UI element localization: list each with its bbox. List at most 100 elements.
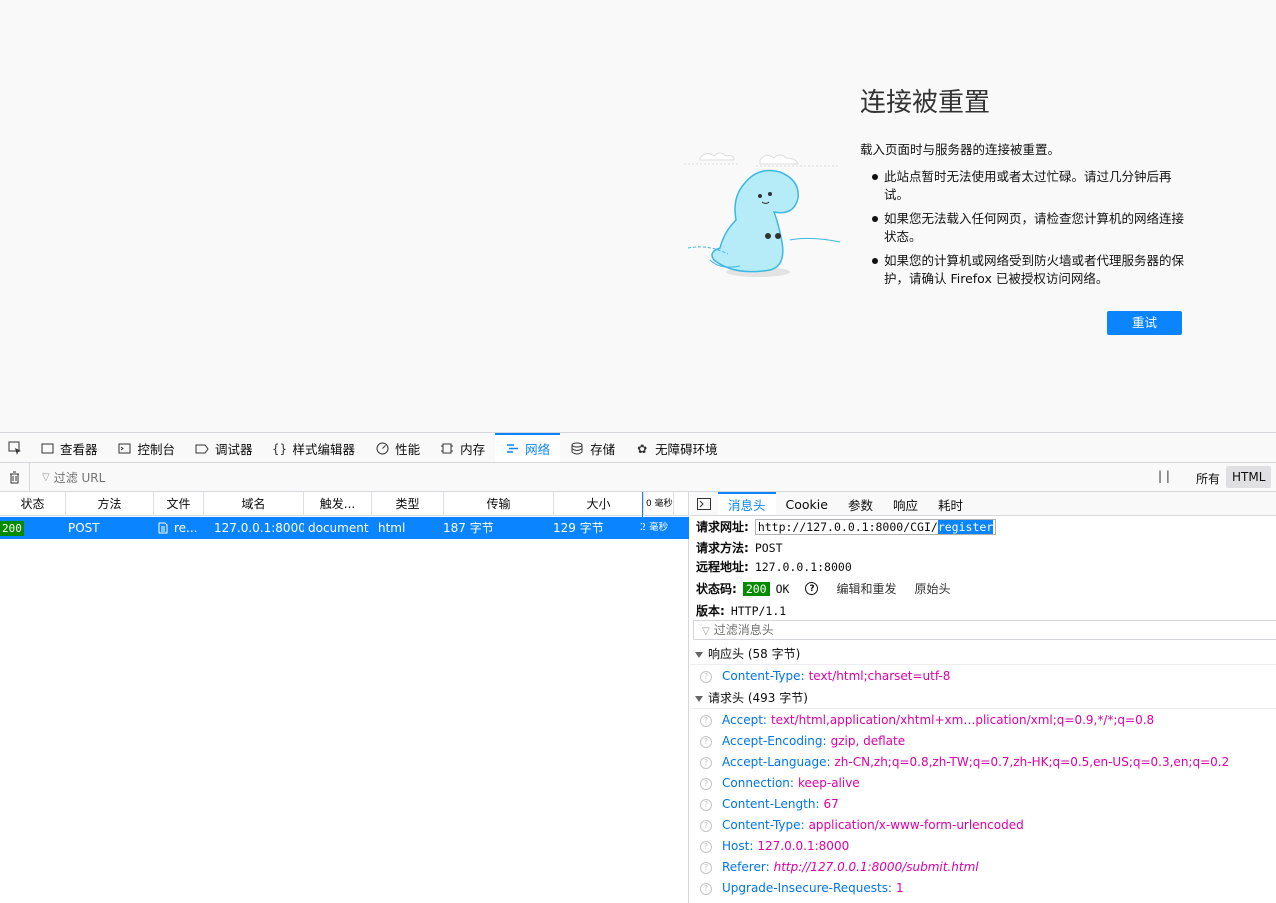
- console-icon: [118, 442, 132, 456]
- header-row[interactable]: ? Content-Type: application/x-www-form-url…: [700, 815, 1024, 836]
- status-badge: 200: [742, 581, 770, 596]
- column-waterfall[interactable]: 0 毫秒: [644, 492, 674, 516]
- request-domain-text: 127.0.0.1:8000: [214, 521, 304, 535]
- header-key: Content-Length:: [722, 797, 820, 811]
- header-value: 67: [823, 797, 839, 811]
- header-key: Connection:: [722, 776, 794, 790]
- network-icon: [505, 442, 519, 456]
- tab-storage[interactable]: 存储: [560, 433, 625, 462]
- request-url-field[interactable]: http://127.0.0.1:8000/CGI/register: [754, 518, 997, 535]
- tab-cookie[interactable]: Cookie: [776, 492, 838, 515]
- tab-response[interactable]: 响应: [883, 492, 928, 515]
- header-row[interactable]: ? Upgrade-Insecure-Requests: 1: [700, 878, 904, 899]
- tab-accessibility[interactable]: ✿ 无障碍环境: [625, 433, 728, 462]
- header-value[interactable]: http://127.0.0.1:8000/submit.html: [774, 860, 979, 874]
- column-status[interactable]: 状态: [0, 492, 66, 516]
- tab-inspector[interactable]: 查看器: [30, 433, 108, 462]
- edit-resend-button[interactable]: 编辑和重发: [836, 580, 896, 597]
- header-value: zh-CN,zh;q=0.8,zh-TW;q=0.7,zh-HK;q=0.5,e…: [834, 755, 1230, 769]
- header-row[interactable]: ? Content-Type: text/html;charset=utf-8: [700, 666, 950, 687]
- error-suggestions-list: 此站点暂时无法使用或者太过忙碌。请过几分钟后再试。 如果您无法载入任何网页，请检…: [870, 168, 1190, 294]
- column-cause[interactable]: 触发...: [304, 492, 372, 516]
- version-value: HTTP/1.1: [730, 603, 787, 618]
- request-list-header: 状态 方法 文件 域名 触发... 类型 传输 大小 0 毫秒: [0, 492, 688, 516]
- remote-address-row: 远程地址: 127.0.0.1:8000: [696, 558, 852, 575]
- tab-network[interactable]: 网络: [495, 433, 561, 462]
- help-icon: ?: [700, 777, 712, 790]
- request-method-row: 请求方法: POST: [696, 539, 783, 556]
- request-cause: document: [308, 521, 369, 535]
- column-transferred[interactable]: 传输: [444, 492, 554, 516]
- header-row[interactable]: ? Accept: text/html,application/xhtml+xm…p…: [700, 710, 1154, 731]
- header-row[interactable]: ? Accept-Language: zh-CN,zh;q=0.8,zh-TW;q=…: [700, 752, 1229, 773]
- column-type[interactable]: 类型: [372, 492, 444, 516]
- list-item: 如果您的计算机或网络受到防火墙或者代理服务器的保护，请确认 Firefox 已被…: [870, 252, 1190, 288]
- request-details-pane: 消息头 Cookie 参数 响应 耗时 请求网址: http://127.0.0…: [690, 492, 1276, 903]
- request-file-name: re...: [174, 521, 198, 535]
- header-row[interactable]: ? Host: 127.0.0.1:8000: [700, 836, 849, 857]
- help-icon: ?: [700, 819, 712, 832]
- error-page: 连接被重置 载入页面时与服务器的连接被重置。 此站点暂时无法使用或者太过忙碌。请…: [0, 0, 1276, 432]
- tab-timings[interactable]: 耗时: [928, 492, 973, 515]
- dinosaur-illustration-icon: [684, 152, 840, 277]
- pause-button[interactable]: | |: [1158, 469, 1170, 483]
- table-row[interactable]: 200 POST re... 127.0.0.1:8000 document h…: [0, 517, 689, 539]
- url-filter-input[interactable]: ▽ 过滤 URL: [42, 469, 105, 486]
- error-description: 载入页面时与服务器的连接被重置。: [860, 142, 1061, 157]
- remote-value: 127.0.0.1:8000: [754, 559, 852, 574]
- timeline-marker: [642, 492, 643, 539]
- request-headers-section[interactable]: 请求头 (493 字节): [690, 687, 1276, 709]
- help-icon[interactable]: ?: [805, 582, 819, 595]
- tab-performance[interactable]: 性能: [365, 433, 430, 462]
- list-item: 此站点暂时无法使用或者太过忙碌。请过几分钟后再试。: [870, 168, 1190, 204]
- help-icon: ?: [700, 670, 712, 683]
- element-picker-icon[interactable]: [0, 433, 30, 462]
- tab-label: 控制台: [137, 442, 176, 457]
- tab-console[interactable]: 控制台: [108, 433, 186, 462]
- performance-icon: [375, 442, 389, 456]
- header-row[interactable]: ? Accept-Encoding: gzip, deflate: [700, 731, 905, 752]
- request-list: 状态 方法 文件 域名 触发... 类型 传输 大小 0 毫秒 200 POST…: [0, 492, 689, 903]
- header-value: text/html;charset=utf-8: [808, 669, 951, 683]
- column-method[interactable]: 方法: [66, 492, 154, 516]
- help-icon: ?: [700, 756, 712, 769]
- version-label: 版本:: [696, 604, 725, 618]
- tab-debugger[interactable]: 调试器: [185, 433, 263, 462]
- tab-params[interactable]: 参数: [838, 492, 883, 515]
- column-domain[interactable]: 域名: [204, 492, 304, 516]
- column-file[interactable]: 文件: [154, 492, 204, 516]
- header-value: application/x-www-form-urlencoded: [808, 818, 1024, 832]
- tab-memory[interactable]: 内存: [430, 433, 495, 462]
- header-value: text/html,application/xhtml+xm…plication…: [770, 713, 1155, 727]
- raw-headers-button[interactable]: 原始头: [914, 580, 950, 597]
- header-value: gzip, deflate: [830, 734, 906, 748]
- network-toolbar: ▽ 过滤 URL | | 所有 HTML: [0, 463, 1276, 492]
- header-row[interactable]: ? Referer: http://127.0.0.1:8000/submit.ht…: [700, 857, 979, 878]
- status-text: OK: [775, 581, 790, 596]
- header-filter-input[interactable]: ▽ 过滤消息头: [693, 620, 1276, 640]
- method-label: 请求方法:: [696, 541, 749, 555]
- column-size[interactable]: 大小: [554, 492, 644, 516]
- header-row[interactable]: ? Connection: keep-alive: [700, 773, 860, 794]
- tab-style-editor[interactable]: {} 样式编辑器: [263, 433, 366, 462]
- filter-html-button[interactable]: HTML: [1226, 466, 1272, 488]
- header-row[interactable]: ? Content-Length: 67: [700, 794, 839, 815]
- clear-trash-icon[interactable]: [0, 463, 30, 491]
- header-filter-placeholder: 过滤消息头: [713, 623, 774, 637]
- chevron-down-icon: [695, 695, 703, 702]
- devtools-panel: 查看器 控制台 调试器 {} 样式编辑器 性能 内存 网络 存储 ✿ 无障碍环境 ▽…: [0, 432, 1276, 903]
- toggle-sidebar-icon[interactable]: [690, 492, 718, 515]
- filter-all-button[interactable]: 所有: [1196, 470, 1220, 487]
- debugger-icon: [195, 442, 209, 456]
- tab-headers[interactable]: 消息头: [718, 492, 776, 515]
- response-headers-section[interactable]: 响应头 (58 字节): [690, 643, 1276, 665]
- devtools-tabbar: 查看器 控制台 调试器 {} 样式编辑器 性能 内存 网络 存储 ✿ 无障碍环境: [0, 433, 1276, 463]
- list-item: 如果您无法载入任何网页，请检查您计算机的网络连接状态。: [870, 210, 1190, 246]
- request-url-prefix: http://127.0.0.1:8000/CGI/: [757, 519, 938, 534]
- request-time: 2 毫秒: [640, 522, 669, 533]
- retry-button[interactable]: 重试: [1107, 311, 1182, 335]
- header-value: 1: [896, 881, 904, 895]
- header-key: Upgrade-Insecure-Requests:: [722, 881, 893, 895]
- inspector-icon: [40, 442, 54, 456]
- memory-icon: [440, 442, 454, 456]
